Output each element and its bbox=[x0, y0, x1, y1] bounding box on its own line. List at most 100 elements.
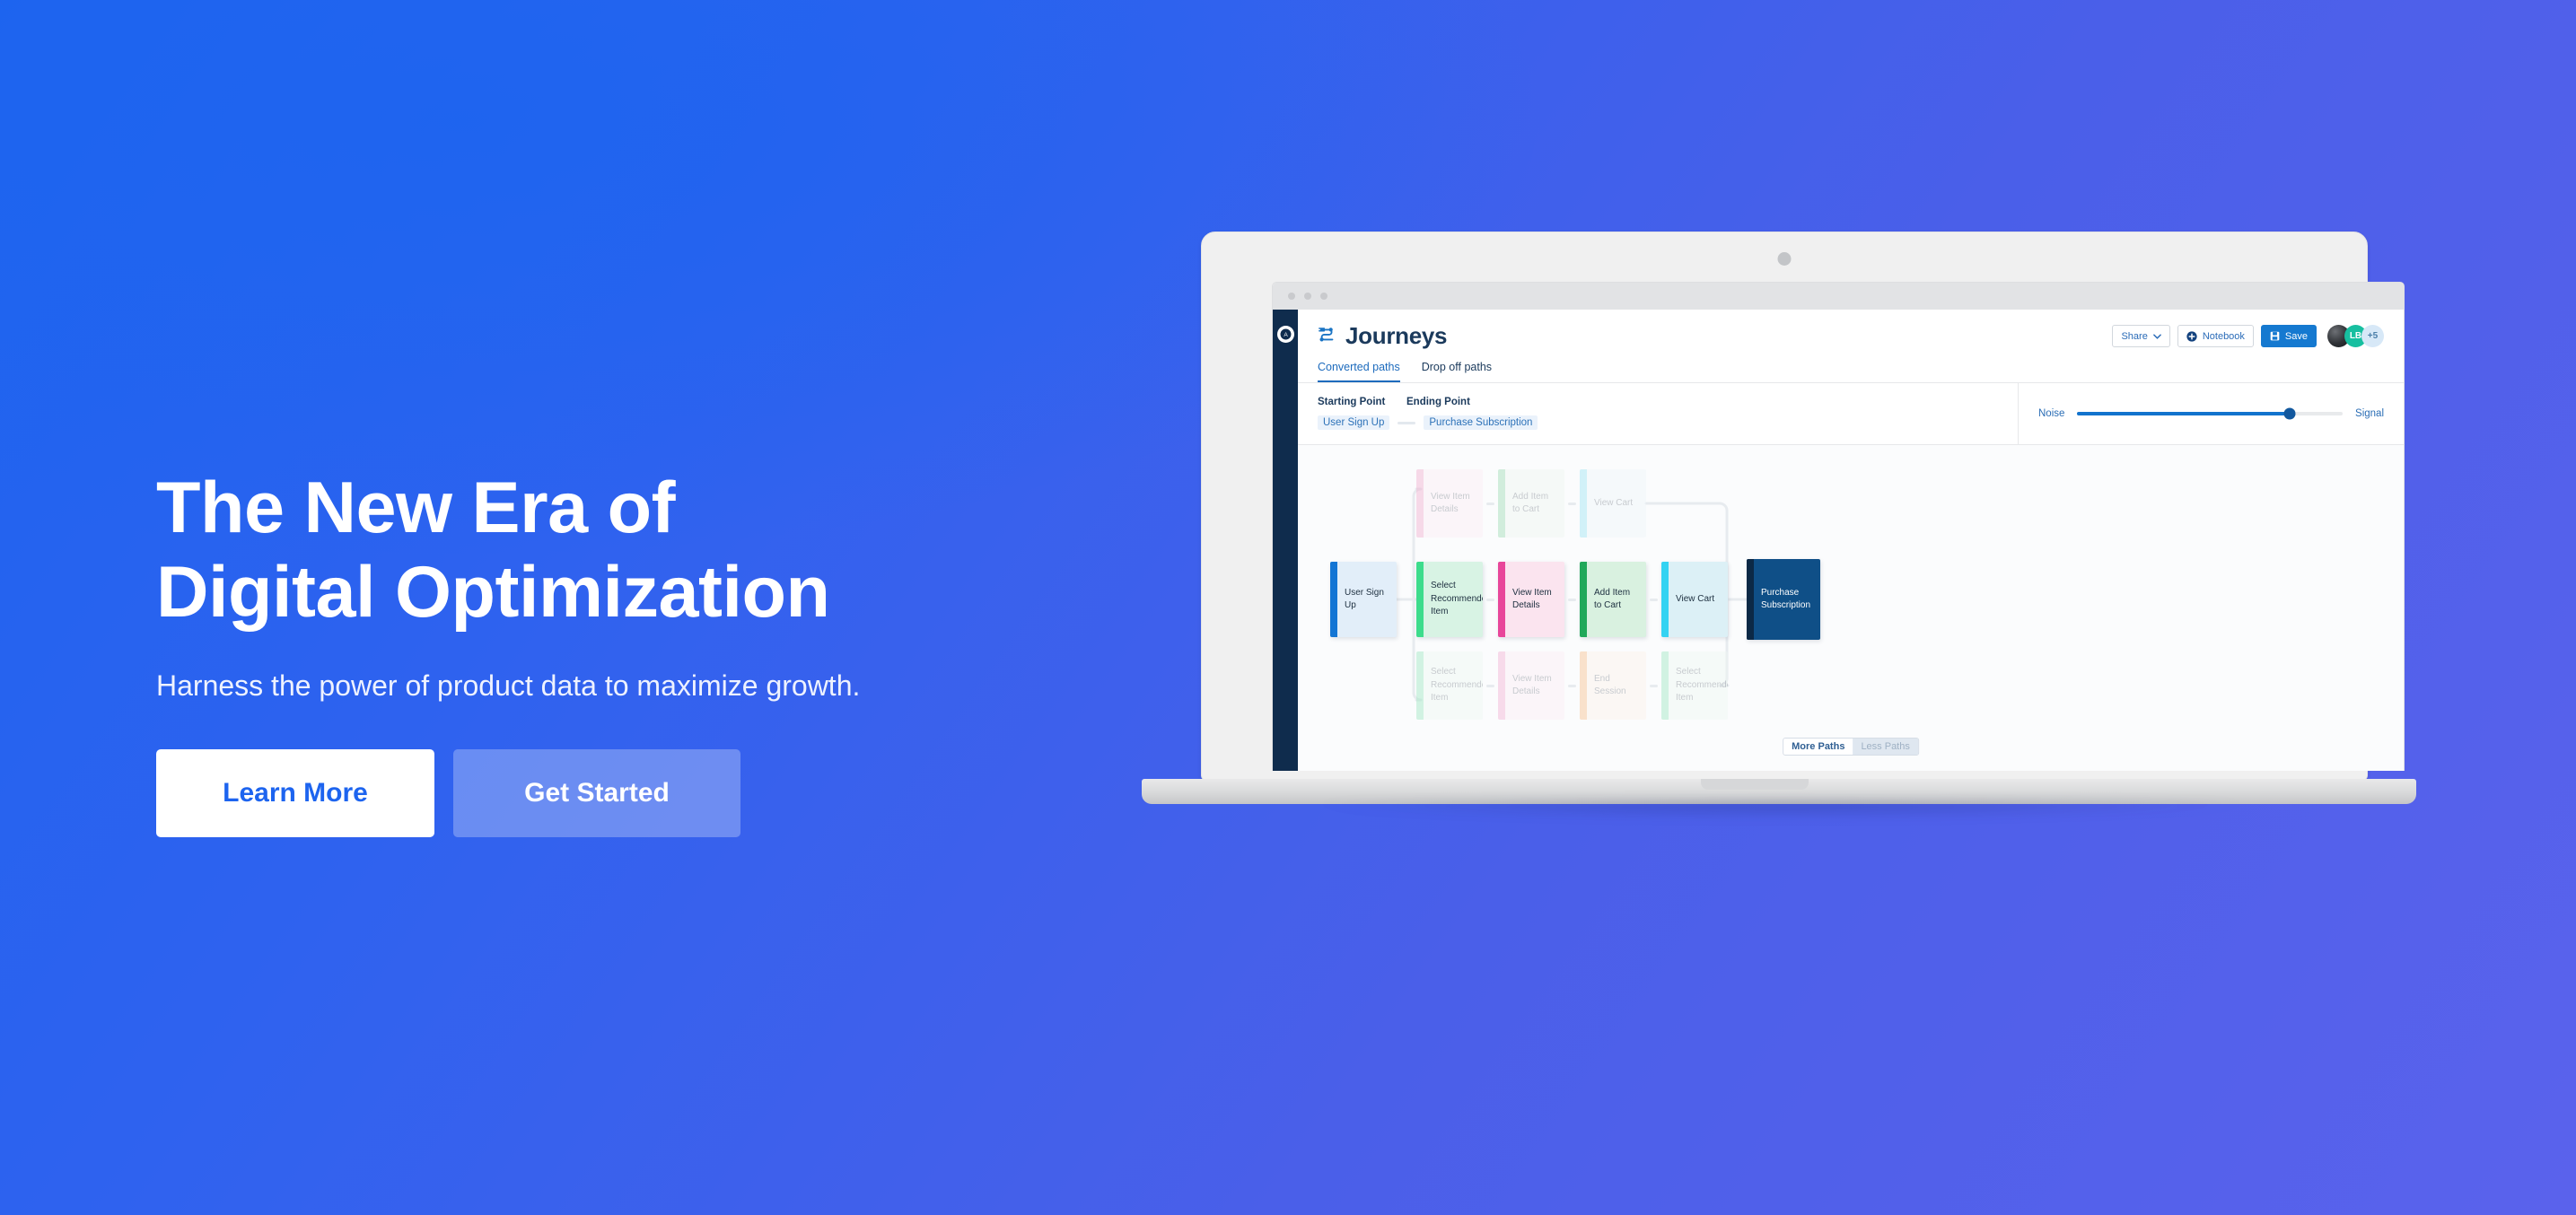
save-label: Save bbox=[2284, 330, 2308, 342]
flow-connector-dash bbox=[1650, 599, 1658, 601]
avatar-overflow[interactable]: +5 bbox=[2361, 325, 2384, 347]
flow-node-label: End Session bbox=[1594, 673, 1626, 697]
flow-node-label: Add Item to Cart bbox=[1594, 587, 1631, 611]
get-started-button[interactable]: Get Started bbox=[453, 748, 740, 837]
flow-node-color-bar bbox=[1416, 469, 1424, 538]
flow-node-color-bar bbox=[1580, 469, 1587, 538]
noise-signal-slider[interactable] bbox=[2077, 407, 2344, 420]
window-minimize-icon[interactable] bbox=[1304, 293, 1311, 300]
flow-node[interactable]: View Item Details bbox=[1498, 562, 1564, 637]
more-paths-button[interactable]: More Paths bbox=[1783, 739, 1853, 755]
connector-dash-icon bbox=[1398, 421, 1416, 424]
flow-node-label: View Item Details bbox=[1512, 587, 1552, 611]
flow-node-label: View Cart bbox=[1594, 497, 1634, 508]
flow-node-color-bar bbox=[1498, 469, 1505, 538]
share-label: Share bbox=[2121, 330, 2148, 342]
notebook-button[interactable]: Notebook bbox=[2177, 325, 2254, 347]
hero-subtitle: Harness the power of product data to max… bbox=[156, 669, 861, 702]
tab-converted-paths[interactable]: Converted paths bbox=[1318, 361, 1400, 382]
flow-node[interactable]: View Item Details bbox=[1498, 651, 1564, 720]
flow-connector-dash bbox=[1486, 685, 1494, 687]
flow-node[interactable]: End Session bbox=[1580, 651, 1646, 720]
flow-node[interactable]: Select Recommended Item bbox=[1416, 562, 1483, 637]
flow-node-label: View Cart bbox=[1676, 593, 1715, 604]
app-sidebar-rail: A bbox=[1273, 310, 1298, 771]
flow-node-color-bar bbox=[1498, 651, 1505, 720]
tab-bar: Converted paths Drop off paths bbox=[1298, 350, 2404, 382]
points-filter: Starting Point Ending Point User Sign Up… bbox=[1298, 383, 2018, 444]
app-title: Journeys bbox=[1345, 322, 1448, 349]
journey-canvas[interactable]: User Sign Up Purchase Subscription View It… bbox=[1298, 445, 2404, 771]
slider-handle[interactable] bbox=[2283, 407, 2296, 420]
flow-connector-dash bbox=[1568, 599, 1576, 601]
flow-node-color-bar bbox=[1661, 651, 1669, 720]
flow-node[interactable]: View Cart bbox=[1580, 469, 1646, 538]
starting-point-label: Starting Point bbox=[1318, 397, 1386, 407]
filters-bar: Starting Point Ending Point User Sign Up… bbox=[1298, 383, 2404, 444]
share-button[interactable]: Share bbox=[2112, 325, 2170, 347]
slider-fill bbox=[2077, 412, 2290, 415]
flow-node-label: Select Recommended Item bbox=[1676, 667, 1728, 704]
flow-node[interactable]: View Item Details bbox=[1416, 469, 1483, 538]
ending-point-value[interactable]: Purchase Subscription bbox=[1424, 415, 1538, 430]
journey-flow-diagram: User Sign Up Purchase Subscription View It… bbox=[1298, 445, 2404, 771]
tab-drop-off-paths[interactable]: Drop off paths bbox=[1422, 361, 1492, 382]
flow-node-color-bar bbox=[1747, 559, 1754, 640]
flow-node[interactable]: Purchase Subscription bbox=[1747, 559, 1820, 640]
flow-node-color-bar bbox=[1498, 562, 1505, 637]
flow-node-label: View Item Details bbox=[1512, 673, 1552, 697]
flow-connector-dash bbox=[1486, 503, 1494, 505]
webcam-icon bbox=[1777, 252, 1792, 266]
app-main: Journeys Share Notebook Save LB +5 Conve… bbox=[1298, 310, 2404, 771]
journeys-flow-icon bbox=[1318, 324, 1337, 348]
app-header: Journeys Share Notebook Save LB +5 bbox=[1298, 310, 2404, 350]
ending-point-label: Ending Point bbox=[1406, 397, 1470, 407]
avatar-group[interactable]: LB +5 bbox=[2327, 325, 2384, 347]
flow-node-color-bar bbox=[1580, 562, 1587, 637]
learn-more-button[interactable]: Learn More bbox=[156, 748, 434, 837]
flow-node[interactable]: Add Item to Cart bbox=[1498, 469, 1564, 538]
flow-node[interactable]: View Cart bbox=[1661, 562, 1728, 637]
flow-node[interactable]: Select Recommended Item bbox=[1416, 651, 1483, 720]
hero-actions: Learn More Get Started bbox=[156, 748, 1143, 837]
path-count-toggle: More Paths Less Paths bbox=[1783, 738, 1919, 756]
flow-connector-dash bbox=[1486, 599, 1494, 601]
slider-label-noise: Noise bbox=[2038, 408, 2065, 419]
flow-node-label: User Sign Up bbox=[1345, 587, 1384, 611]
svg-text:A: A bbox=[1284, 332, 1288, 338]
laptop-mockup: A Journeys Share Notebook Save LB +5 Con… bbox=[1142, 232, 2416, 1039]
flow-connector-dash bbox=[1568, 503, 1576, 505]
flow-node-label: Purchase Subscription bbox=[1761, 587, 1811, 611]
browser-titlebar bbox=[1273, 283, 2404, 310]
analytics-logo-icon[interactable]: A bbox=[1276, 326, 1294, 343]
floppy-disk-icon bbox=[2270, 331, 2280, 341]
flow-node-color-bar bbox=[1580, 651, 1587, 720]
flow-node-color-bar bbox=[1661, 562, 1669, 637]
flow-node-color-bar bbox=[1416, 651, 1424, 720]
flow-node-color-bar bbox=[1330, 562, 1337, 637]
flow-node[interactable]: Add Item to Cart bbox=[1580, 562, 1646, 637]
hero-copy: The New Era of Digital Optimization Harn… bbox=[156, 467, 1143, 837]
window-close-icon[interactable] bbox=[1288, 293, 1295, 300]
slider-label-signal: Signal bbox=[2355, 408, 2384, 419]
noise-signal-filter: Noise Signal bbox=[2018, 383, 2404, 444]
notebook-label: Notebook bbox=[2202, 330, 2245, 342]
flow-node-label: Add Item to Cart bbox=[1512, 491, 1549, 515]
less-paths-button[interactable]: Less Paths bbox=[1853, 739, 1918, 755]
plus-circle-icon bbox=[2186, 330, 2197, 342]
flow-node[interactable]: Select Recommended Item bbox=[1661, 651, 1728, 720]
laptop-shadow bbox=[1149, 802, 2414, 844]
flow-node-color-bar bbox=[1416, 562, 1424, 637]
flow-connector-dash bbox=[1568, 685, 1576, 687]
laptop-lid: A Journeys Share Notebook Save LB +5 Con… bbox=[1201, 232, 2405, 781]
app-body: A Journeys Share Notebook Save LB +5 Con… bbox=[1273, 310, 2404, 771]
browser-window: A Journeys Share Notebook Save LB +5 Con… bbox=[1272, 282, 2405, 771]
flow-node[interactable]: User Sign Up bbox=[1330, 562, 1397, 637]
starting-point-value[interactable]: User Sign Up bbox=[1318, 415, 1390, 430]
flow-connector-dash bbox=[1650, 685, 1658, 687]
chevron-down-icon bbox=[2153, 333, 2161, 339]
flow-node-label: Select Recommended Item bbox=[1431, 667, 1483, 704]
flow-node-label: View Item Details bbox=[1431, 491, 1470, 515]
save-button[interactable]: Save bbox=[2260, 325, 2317, 347]
window-maximize-icon[interactable] bbox=[1320, 293, 1327, 300]
